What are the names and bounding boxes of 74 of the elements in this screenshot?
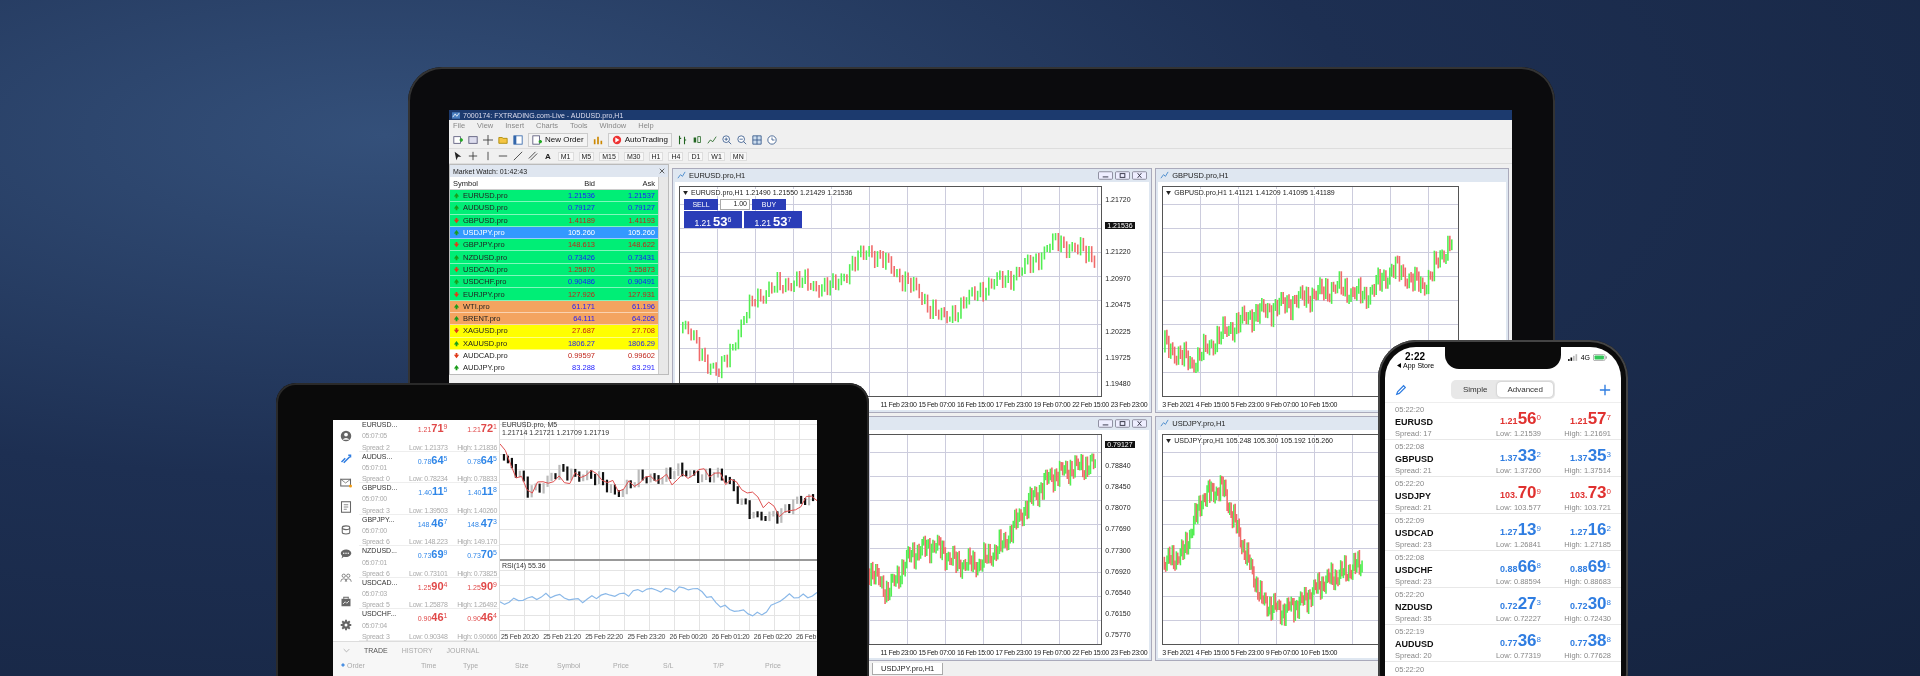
bag-icon[interactable] [340, 595, 352, 608]
zoom-in-icon[interactable] [722, 134, 732, 145]
sell-price[interactable]: 1.2153$^{6}$ [684, 211, 742, 228]
bid-price: 0.7736$^{8}$ [1500, 632, 1541, 651]
text-tool[interactable]: A [543, 151, 553, 161]
cursor-icon[interactable] [453, 151, 463, 161]
segment-tab[interactable]: Advanced [1497, 382, 1553, 397]
maximize-icon[interactable] [1115, 171, 1131, 180]
ask-price: 0.8869$^{1}$ [1570, 558, 1611, 577]
battery-icon [1593, 354, 1607, 361]
news-icon[interactable] [340, 500, 352, 513]
app-icon [452, 111, 460, 119]
crosshair-icon[interactable] [468, 151, 478, 161]
grid-icon[interactable] [752, 134, 762, 145]
back-arrow-icon[interactable] [1397, 363, 1401, 368]
minimize-icon[interactable] [1098, 171, 1114, 180]
plus-icon[interactable] [1599, 383, 1611, 396]
trend-line-icon[interactable] [513, 151, 523, 161]
symbol-name: EURUSD [1395, 416, 1433, 427]
new-order-button[interactable]: New Order [528, 132, 588, 147]
chart-icon [1160, 419, 1170, 428]
bar-chart-icon[interactable] [677, 134, 687, 145]
caret-down-icon[interactable] [1166, 190, 1172, 195]
close-icon[interactable] [659, 168, 665, 174]
bid-price: 1.3733$^{2}$ [1500, 447, 1541, 466]
symbol-name: USDJPY [1395, 490, 1431, 501]
pencil-icon[interactable] [1395, 383, 1407, 396]
symbol-name: NZDUSD [1395, 601, 1433, 612]
bid-price: 1.2156$^{0}$ [1500, 410, 1541, 429]
segment-tab[interactable]: Simple [1452, 382, 1498, 397]
bid-price: 103.70$^{9}$ [1500, 484, 1541, 503]
caret-down-icon[interactable] [1166, 438, 1172, 443]
bid-price: 0.7227$^{3}$ [1500, 595, 1541, 614]
ask-price: 0.7230$^{8}$ [1570, 595, 1611, 614]
ask-price: 0.7738$^{8}$ [1570, 632, 1611, 651]
close-icon[interactable] [1132, 419, 1148, 428]
caret-down-icon[interactable] [683, 190, 688, 195]
settings-icon[interactable] [340, 619, 352, 632]
bar-chart-icon[interactable] [592, 134, 603, 145]
ask-price: 103.73$^{0}$ [1570, 484, 1611, 503]
diamond-icon [341, 663, 345, 667]
ask-price: 1.3735$^{3}$ [1570, 447, 1611, 466]
folder-icon[interactable] [498, 134, 508, 145]
status-time: 2:22 [1404, 351, 1425, 362]
clock-icon[interactable] [767, 134, 777, 145]
mail-icon[interactable] [340, 477, 352, 490]
maximize-icon[interactable] [1115, 419, 1131, 428]
panel-icon[interactable] [513, 134, 523, 145]
ask-price: 1.2716$^{2}$ [1570, 521, 1611, 540]
crosshair-icon[interactable] [483, 134, 493, 145]
chart-icon [1160, 171, 1170, 180]
scrollbar[interactable] [658, 177, 668, 375]
close-icon[interactable] [1132, 171, 1148, 180]
symbol-name: AUDUSD [1395, 638, 1434, 649]
play-icon [611, 134, 622, 145]
chat-icon[interactable] [340, 548, 352, 561]
ask-price: 1.2157$^{7}$ [1570, 410, 1611, 429]
symbol-name: USDCHF [1395, 564, 1433, 575]
quotes-icon[interactable] [340, 453, 352, 466]
symbol-name: GBPUSD [1395, 453, 1434, 464]
window-icon[interactable] [468, 134, 478, 145]
zoom-out-icon[interactable] [737, 134, 747, 145]
bid-price: 0.8866$^{8}$ [1500, 558, 1541, 577]
bid-price: 1.2713$^{9}$ [1500, 521, 1541, 540]
signal-icon [1567, 354, 1578, 361]
chart-icon [677, 171, 686, 180]
minimize-icon[interactable] [1098, 419, 1114, 428]
buy-price[interactable]: 1.2153$^{7}$ [744, 211, 802, 228]
account-icon[interactable] [340, 429, 352, 442]
channel-icon[interactable] [528, 151, 538, 161]
symbol-name: USDCAD [1395, 527, 1434, 538]
candlestick-icon[interactable] [692, 134, 702, 145]
auto-trading-button[interactable]: AutoTrading [607, 132, 672, 147]
line-chart-icon[interactable] [707, 134, 717, 145]
